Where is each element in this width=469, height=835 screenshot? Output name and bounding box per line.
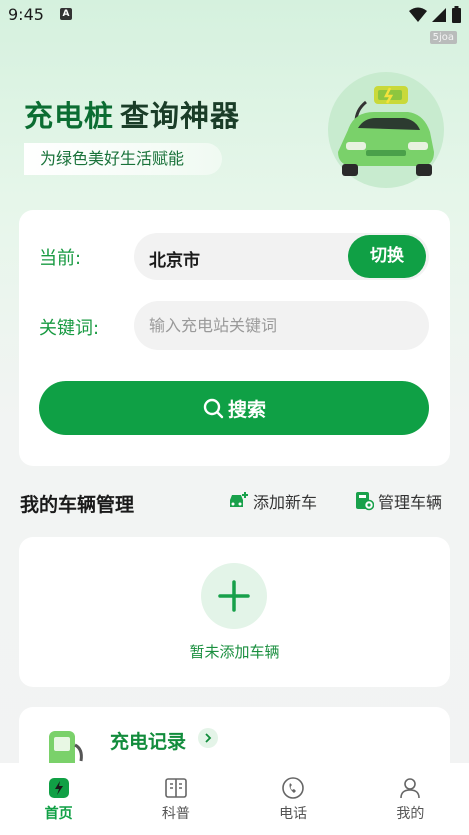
vehicle-card: 暂未添加车辆: [19, 537, 450, 687]
search-button[interactable]: 搜索: [39, 381, 429, 435]
add-vehicle-button[interactable]: [201, 563, 267, 629]
search-icon: [203, 398, 224, 419]
current-city-label: 当前:: [39, 248, 82, 269]
hero-title: 充电桩 查询神器: [24, 93, 240, 135]
notification-icon: A: [60, 8, 72, 20]
add-car-button[interactable]: 添加新车: [228, 489, 317, 513]
watermark: 5joa: [429, 31, 457, 44]
vehicle-section-title: 我的车辆管理: [20, 494, 135, 516]
keyword-input[interactable]: [134, 301, 429, 350]
ev-car-illustration: [328, 72, 444, 188]
battery-icon: [452, 6, 461, 23]
status-bar: 9:45 A: [0, 0, 469, 30]
keyword-label: 关键词:: [39, 318, 100, 339]
nav-item-home[interactable]: 首页: [0, 763, 117, 835]
hero-title-green: 充电桩: [24, 99, 115, 133]
book-icon: [165, 778, 187, 798]
city-selector: 北京市 切换: [134, 233, 429, 280]
phone-icon: [282, 777, 304, 799]
nav-item-phone[interactable]: 电话: [235, 763, 352, 835]
search-button-label: 搜索: [227, 398, 266, 421]
add-car-icon: [230, 492, 248, 507]
signal-icon: [432, 7, 446, 22]
manage-car-icon: [356, 492, 374, 511]
empty-vehicle-text: 暂未添加车辆: [189, 643, 280, 661]
chevron-right-icon: [198, 728, 218, 748]
charging-record-title: 充电记录: [110, 731, 187, 753]
manage-car-label: 管理车辆: [378, 493, 443, 512]
nav-label-profile: 我的: [396, 806, 425, 822]
status-time: 9:45: [8, 5, 44, 24]
nav-item-profile[interactable]: 我的: [352, 763, 469, 835]
plus-icon: [218, 580, 250, 612]
search-card: 当前: 北京市 切换 关键词: 搜索: [19, 210, 450, 466]
wifi-icon: [409, 7, 427, 22]
nav-label-phone: 电话: [279, 806, 308, 822]
nav-item-science[interactable]: 科普: [117, 763, 234, 835]
hero-subtitle: 为绿色美好生活赋能: [24, 143, 222, 175]
add-car-label: 添加新车: [253, 493, 318, 512]
manage-car-button[interactable]: 管理车辆: [355, 489, 442, 513]
hero-title-dark: 查询神器: [120, 99, 241, 133]
nav-label-science: 科普: [161, 806, 190, 822]
status-icons: [409, 6, 461, 23]
current-city: 北京市: [149, 251, 200, 271]
nav-label-home: 首页: [44, 806, 73, 822]
switch-city-button[interactable]: 切换: [348, 235, 426, 278]
bottom-nav: 首页 科普 电话 我的: [0, 763, 469, 835]
home-bolt-icon: [48, 778, 69, 798]
user-icon: [400, 778, 421, 799]
